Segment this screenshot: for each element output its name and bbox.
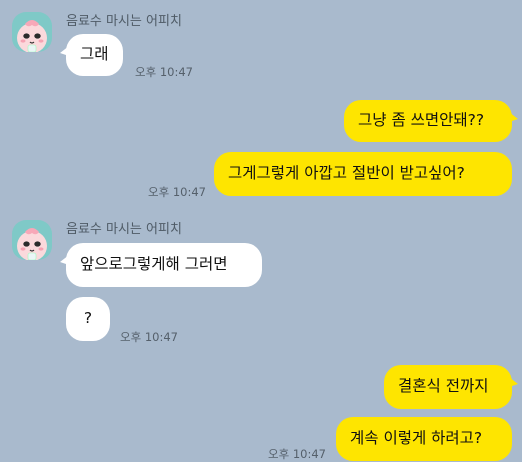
message-bubble-outgoing[interactable]: 결혼식 전까지 [384, 365, 518, 409]
message-bubble-outgoing[interactable]: 계속 이렇게 하려고? [336, 417, 512, 461]
message-timestamp: 오후 10:47 [135, 65, 193, 79]
message-bubble-incoming[interactable]: 그래 [60, 34, 123, 76]
message-text: 앞으로그렇게해 그러면 [80, 255, 228, 274]
profile-avatar[interactable] [12, 12, 52, 52]
apeach-character-icon [17, 228, 47, 260]
message-text: 그냥 좀 쓰면안돼?? [358, 111, 485, 130]
chat-room: 음료수 마시는 어피치 그래 오후 10:47 그냥 좀 쓰면안돼?? 그게그렇… [0, 0, 522, 461]
message-text: 계속 이렇게 하려고? [350, 429, 483, 448]
profile-avatar[interactable] [12, 220, 52, 260]
message-bubble-outgoing[interactable]: 그냥 좀 쓰면안돼?? [344, 100, 518, 142]
apeach-character-icon [17, 20, 47, 52]
message-text: 그게그렇게 아깝고 절반이 받고싶어? [228, 164, 465, 183]
sender-name: 음료수 마시는 어피치 [66, 14, 182, 29]
message-timestamp: 오후 10:47 [148, 185, 206, 199]
message-bubble-incoming[interactable]: 앞으로그렇게해 그러면 [60, 243, 262, 287]
message-bubble-outgoing[interactable]: 그게그렇게 아깝고 절반이 받고싶어? [214, 152, 512, 196]
message-text: ? [83, 309, 93, 328]
message-bubble-incoming[interactable]: ? [66, 297, 110, 341]
message-timestamp: 오후 10:47 [268, 447, 326, 461]
message-timestamp: 오후 10:47 [120, 330, 178, 344]
message-text: 결혼식 전까지 [398, 377, 489, 396]
sender-name: 음료수 마시는 어피치 [66, 222, 182, 237]
message-text: 그래 [80, 45, 109, 64]
